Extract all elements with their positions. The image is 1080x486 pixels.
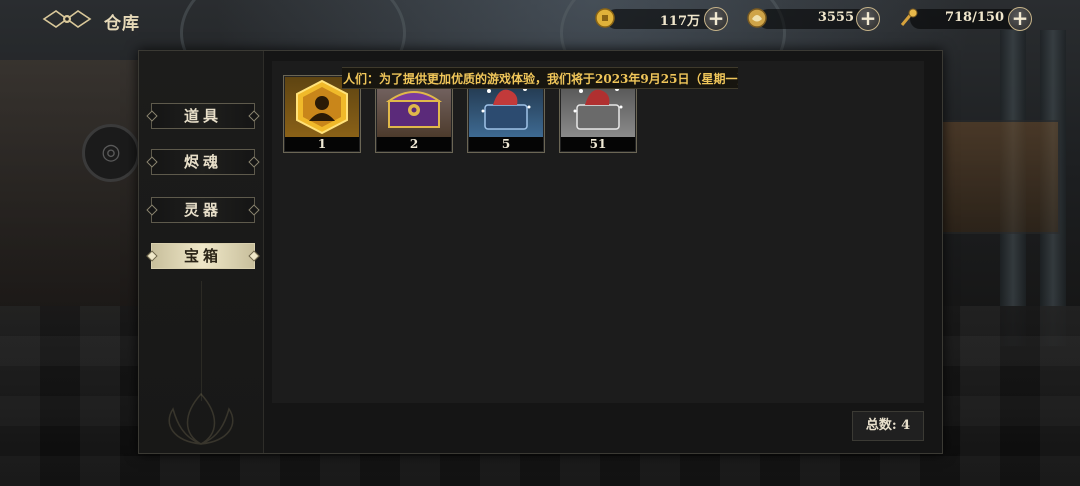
add-gold-button[interactable]: + bbox=[704, 7, 728, 31]
back-emblem-icon[interactable] bbox=[42, 8, 92, 30]
stamina-amount: 718/150 bbox=[944, 10, 1004, 25]
top-bar: 仓库 117万 + 3555 + 718/150 + bbox=[0, 0, 1080, 38]
gold-coin-icon bbox=[595, 8, 615, 28]
resource-stamina: 718/150 + bbox=[898, 7, 1034, 31]
tab-treasure-chests[interactable]: 宝箱 bbox=[151, 243, 255, 269]
tab-items[interactable]: 道具 bbox=[151, 103, 255, 129]
gold-amount: 117万 bbox=[659, 14, 700, 29]
stamina-icon bbox=[900, 8, 918, 26]
item-count: 2 bbox=[377, 137, 451, 151]
add-jade-button[interactable]: + bbox=[856, 7, 880, 31]
background-machinery bbox=[0, 60, 140, 320]
item-count: 1 bbox=[285, 137, 359, 151]
warehouse-panel: 道具 烬魂 灵器 宝箱 1 2 5 51 bbox=[138, 50, 943, 454]
lotus-ornament-icon bbox=[168, 392, 234, 445]
page-title: 仓库 bbox=[104, 14, 140, 34]
background-emblem: ◎ bbox=[82, 124, 140, 182]
item-grid: 1 2 5 51 bbox=[272, 61, 924, 403]
background-window bbox=[936, 120, 1060, 234]
jade-coin-icon bbox=[747, 8, 767, 28]
add-stamina-button[interactable]: + bbox=[1008, 7, 1032, 31]
jade-amount: 3555 bbox=[817, 10, 854, 25]
announcement-text: 人们：为了提供更加优质的游戏体验，我们将于2023年9月25日（星期一）6:0 bbox=[343, 72, 738, 86]
item-count: 5 bbox=[469, 137, 543, 151]
resource-gold: 117万 + bbox=[594, 7, 730, 31]
resource-jade: 3555 + bbox=[746, 7, 882, 31]
tab-ember-souls[interactable]: 烬魂 bbox=[151, 149, 255, 175]
tab-spirit-artifacts[interactable]: 灵器 bbox=[151, 197, 255, 223]
category-sidebar: 道具 烬魂 灵器 宝箱 bbox=[139, 51, 264, 453]
scrolling-announcement: 人们：为了提供更加优质的游戏体验，我们将于2023年9月25日（星期一）6:0 bbox=[342, 67, 738, 89]
total-count: 总数: 4 bbox=[852, 411, 924, 441]
sidebar-divider bbox=[201, 281, 202, 401]
item-count: 51 bbox=[561, 137, 635, 151]
